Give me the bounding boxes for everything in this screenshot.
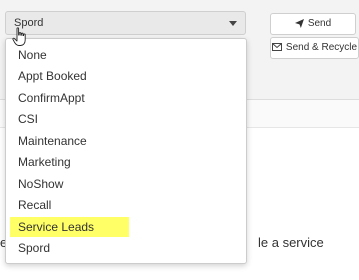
envelope-icon	[271, 43, 282, 52]
send-and-recycle-label: Send & Recycle	[285, 42, 358, 53]
option-noshow[interactable]: NoShow	[10, 174, 71, 194]
option-service-leads[interactable]: Service Leads	[10, 217, 129, 237]
send-button[interactable]: Send	[270, 13, 356, 35]
option-spord[interactable]: Spord	[10, 238, 58, 258]
template-select[interactable]: Spord	[5, 11, 246, 35]
send-and-recycle-button[interactable]: Send & Recycle	[270, 37, 359, 59]
hand-pointer-icon	[12, 27, 28, 52]
template-dropdown-list[interactable]: None Appt Booked ConfirmAppt CSI Mainten…	[5, 38, 247, 264]
caret-down-icon	[229, 21, 237, 26]
option-marketing[interactable]: Marketing	[10, 152, 79, 172]
send-button-label: Send	[307, 18, 332, 29]
paper-plane-icon	[294, 18, 304, 28]
partial-text: ‘	[95, 0, 98, 5]
option-csi[interactable]: CSI	[10, 109, 46, 129]
background-text-fragment: le a service	[258, 235, 324, 250]
option-appt-booked[interactable]: Appt Booked	[10, 66, 95, 86]
option-confirm-appt[interactable]: ConfirmAppt	[10, 88, 93, 108]
option-recall[interactable]: Recall	[10, 195, 59, 215]
option-maintenance[interactable]: Maintenance	[10, 131, 95, 151]
